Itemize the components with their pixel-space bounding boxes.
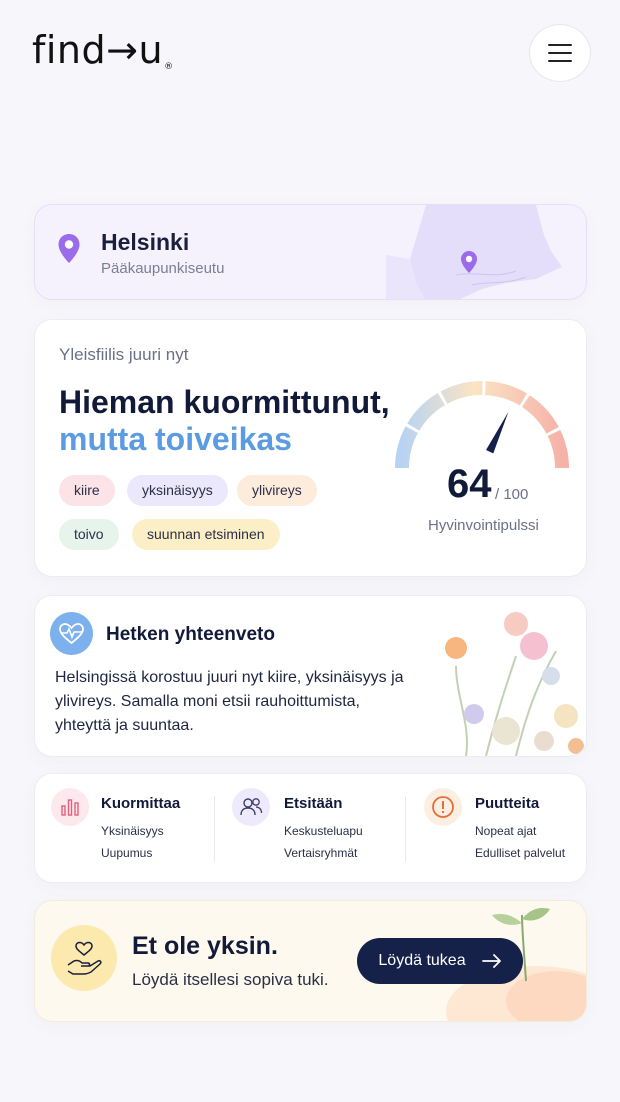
gauge-needle [486, 411, 509, 454]
logo-text: find→u [32, 28, 164, 72]
flowers-illustration [445, 612, 584, 756]
wellbeing-score: 64 [447, 462, 492, 506]
helsinki-map-illustration [386, 205, 562, 299]
summary-title: Hetken yhteenveto [106, 624, 275, 645]
stat-line: Edulliset palvelut [475, 846, 566, 860]
stat-seeking[interactable]: Etsitään Keskusteluapu Vertaisryhmät [215, 774, 405, 882]
stat-line: Keskusteluapu [284, 824, 363, 838]
mood-label: Yleisfiilis juuri nyt [59, 345, 189, 364]
stat-burden[interactable]: Kuormittaa Yksinäisyys Uupumus [35, 774, 215, 882]
stat-shortcomings[interactable]: Puutteita Nopeat ajat Edulliset palvelut [406, 774, 586, 882]
location-card[interactable]: Helsinki Pääkaupunkiseutu [34, 204, 587, 300]
logo[interactable]: find→u® [32, 28, 174, 72]
mood-tag[interactable]: ylivireys [237, 475, 317, 506]
find-support-button-label: Löydä tukea [378, 952, 466, 969]
mood-tag[interactable]: kiire [59, 475, 115, 506]
arrow-right-icon [481, 954, 501, 968]
cta-title: Et ole yksin. [132, 932, 278, 960]
heart-pulse-icon [50, 612, 93, 655]
location-city: Helsinki [101, 229, 190, 255]
hamburger-menu-icon [548, 44, 572, 46]
bar-chart-icon [51, 788, 89, 826]
mood-tag[interactable]: suunnan etsiminen [132, 519, 280, 550]
mood-tag[interactable]: yksinäisyys [127, 475, 228, 506]
stat-line: Vertaisryhmät [284, 846, 358, 860]
stat-title: Etsitään [284, 795, 343, 812]
summary-text: Helsingissä korostuu juuri nyt kiire, yk… [55, 669, 404, 734]
stat-line: Nopeat ajat [475, 824, 537, 838]
hamburger-line [548, 52, 572, 54]
stats-card: Kuormittaa Yksinäisyys Uupumus Etsitään … [34, 773, 587, 883]
wellbeing-score-max: / 100 [495, 486, 529, 503]
summary-card: Hetken yhteenveto Helsingissä korostuu j… [34, 595, 587, 757]
mood-tag[interactable]: toivo [59, 519, 119, 550]
support-cta-card: Et ole yksin. Löydä itsellesi sopiva tuk… [34, 900, 587, 1022]
heart-hand-icon [51, 925, 117, 991]
header: find→u® [0, 0, 620, 110]
mood-headline-secondary: mutta toiveikas [59, 421, 292, 457]
logo-registered-mark: ® [164, 62, 174, 72]
people-icon [232, 788, 270, 826]
stat-title: Kuormittaa [101, 795, 181, 812]
cta-subtitle: Löydä itsellesi sopiva tuki. [132, 970, 329, 989]
stat-line: Yksinäisyys [101, 824, 164, 838]
stat-line: Uupumus [101, 846, 153, 860]
location-region: Pääkaupunkiseutu [101, 260, 225, 277]
map-pin-icon [58, 234, 80, 263]
wellbeing-gauge-label: Hyvinvointipulssi [428, 517, 539, 534]
gauge-needle-pointer [486, 411, 509, 454]
mood-headline-primary: Hieman kuormittunut, [59, 384, 390, 420]
find-support-button[interactable]: Löydä tukea [357, 938, 523, 984]
hamburger-line [548, 60, 572, 62]
stat-title: Puutteita [475, 795, 540, 812]
alert-circle-icon [424, 788, 462, 826]
mood-card: Yleisfiilis juuri nyt Hieman kuormittunu… [34, 319, 587, 577]
menu-button[interactable] [529, 24, 591, 82]
